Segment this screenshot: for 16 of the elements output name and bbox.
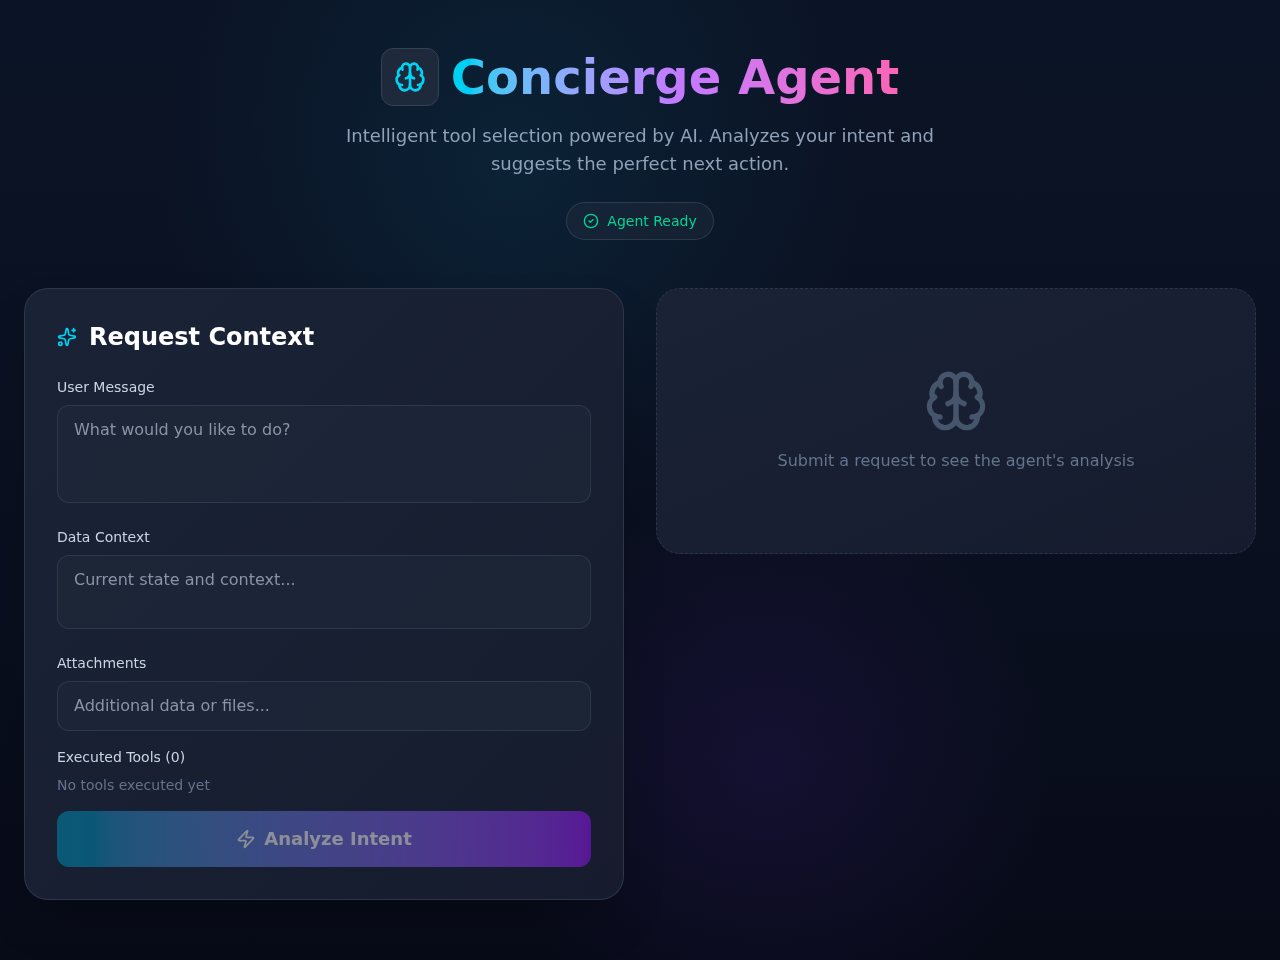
text-area[interactable]: Current state and context... xyxy=(57,555,591,629)
app-subtitle: Intelligent tool selection powered by AI. Analyzes your intent and suggests the perfect next action. xyxy=(344,124,936,176)
executed-tools-label: Executed Tools (0) xyxy=(57,748,187,767)
empty-analysis-text: Submit a request to see the agent's analysis xyxy=(777,450,1135,472)
status-label: Agent Ready xyxy=(607,212,697,231)
sparkles-icon xyxy=(57,327,77,347)
field-label: Attachments xyxy=(57,654,148,673)
text-area[interactable]: What would you like to do? xyxy=(57,405,591,503)
panel-title: Request Context xyxy=(89,322,315,353)
field-label: User Message xyxy=(57,378,156,397)
field-label: Data Context xyxy=(57,528,151,547)
brain-icon xyxy=(380,48,439,106)
empty-tools-text: No tools executed yet xyxy=(57,776,211,795)
input-field[interactable]: Additional data or files... xyxy=(57,681,591,731)
brain-icon xyxy=(924,369,988,433)
lightning-icon xyxy=(236,829,257,849)
